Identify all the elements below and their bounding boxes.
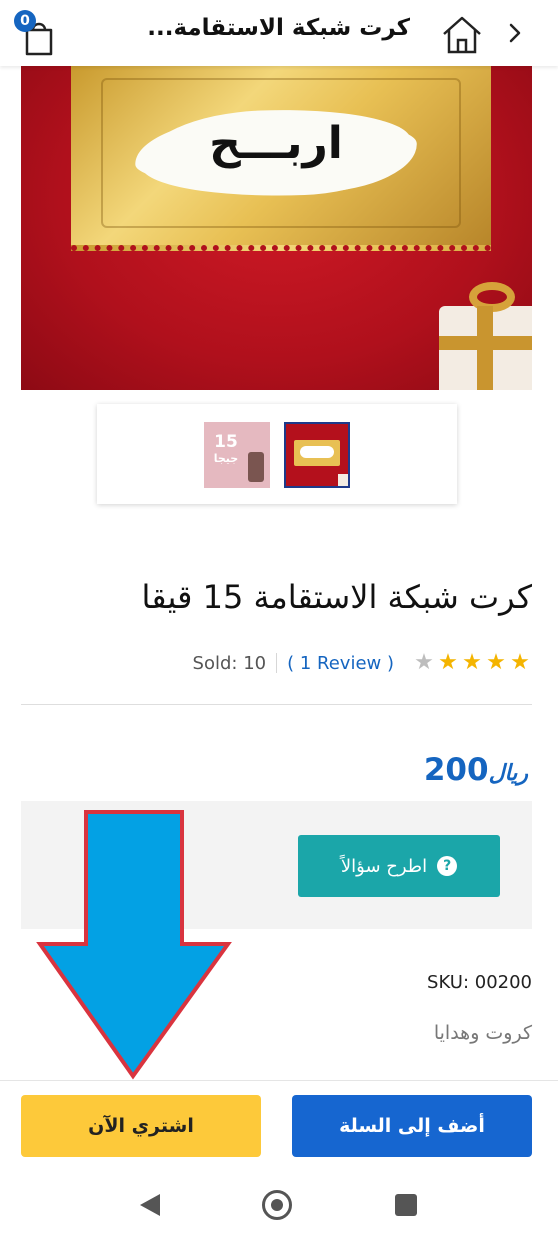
star-icon: ★ xyxy=(510,650,530,675)
back-button[interactable] xyxy=(500,16,530,50)
chevron-right-icon xyxy=(509,23,521,43)
category-link[interactable]: كروت وهدايا xyxy=(434,1022,532,1044)
price-value: 200 xyxy=(423,752,489,788)
phone-graphic xyxy=(248,452,264,482)
product-main-image[interactable]: اربـــح xyxy=(21,66,532,390)
star-rating: ★ ★ ★ ★ ★ xyxy=(412,650,532,676)
question-circle-icon: ? xyxy=(437,856,458,876)
star-icon: ★ xyxy=(486,650,506,675)
home-icon xyxy=(443,16,481,54)
mini-brush-graphic xyxy=(300,446,334,458)
nav-back-icon[interactable] xyxy=(140,1194,160,1216)
rating-row: ★ ★ ★ ★ ★ ( 1 Review ) Sold: 10 xyxy=(193,650,532,676)
ask-question-label: اطرح سؤالاً xyxy=(340,855,428,877)
sku-label: SKU: 00200 xyxy=(427,972,532,993)
system-nav-bar xyxy=(0,1172,558,1237)
sold-count: Sold: 10 xyxy=(192,652,267,674)
ask-question-button[interactable]: ? اطرح سؤالاً xyxy=(298,835,500,897)
golden-ticket-graphic: اربـــح xyxy=(71,66,491,251)
cart-button[interactable]: 0 xyxy=(14,10,60,56)
bottom-action-bar: أضف إلى السلة اشتري الآن xyxy=(0,1080,558,1172)
divider xyxy=(21,704,532,705)
add-to-cart-button[interactable]: أضف إلى السلة xyxy=(292,1095,532,1157)
home-button[interactable] xyxy=(440,14,484,56)
buy-now-button[interactable]: اشتري الآن xyxy=(21,1095,261,1157)
thumbnail-2[interactable]: 15 جيجا xyxy=(204,422,270,488)
page-title: كرت شبكة الاستقامة... xyxy=(147,15,410,41)
thumbnail-text: جيجا xyxy=(213,452,239,465)
gift-box-graphic xyxy=(439,282,532,390)
nav-recents-icon[interactable] xyxy=(395,1194,417,1216)
hero-image-text: اربـــح xyxy=(209,118,343,169)
product-price: 200 ريال xyxy=(424,752,532,788)
question-section: ? اطرح سؤالاً xyxy=(21,801,532,929)
star-icon: ★ xyxy=(438,650,458,675)
divider xyxy=(276,653,278,673)
product-title: كرت شبكة الاستقامة 15 قيقا xyxy=(141,578,532,616)
gift-ribbon xyxy=(439,336,532,350)
app-header: 0 كرت شبكة الاستقامة... xyxy=(0,0,558,66)
star-empty-icon: ★ xyxy=(414,650,434,675)
star-icon: ★ xyxy=(462,650,482,675)
mini-gift-graphic xyxy=(338,474,348,486)
thumbnail-number: 15 xyxy=(214,432,238,452)
thumbnail-strip: 15 جيجا xyxy=(97,404,457,504)
thumbnail-1[interactable] xyxy=(284,422,350,488)
currency-label: ريال xyxy=(488,761,528,786)
cart-count-badge: 0 xyxy=(14,10,36,32)
review-link[interactable]: ( 1 Review ) xyxy=(287,653,394,674)
nav-home-icon[interactable] xyxy=(262,1190,292,1220)
